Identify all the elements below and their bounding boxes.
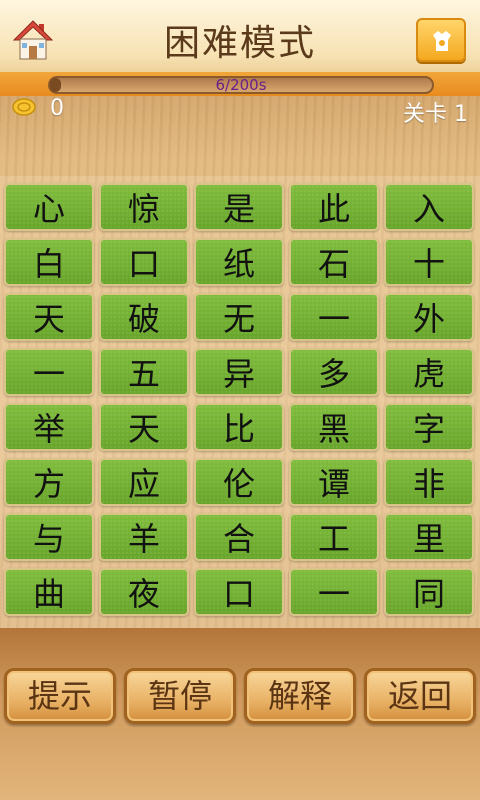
character-tile[interactable]: 方 bbox=[4, 458, 94, 506]
coin-icon bbox=[12, 98, 36, 116]
character-tile[interactable]: 虎 bbox=[384, 348, 474, 396]
character-tile[interactable]: 比 bbox=[194, 403, 284, 451]
character-tile[interactable]: 举 bbox=[4, 403, 94, 451]
character-tile[interactable]: 一 bbox=[4, 348, 94, 396]
character-tile[interactable]: 一 bbox=[289, 568, 379, 616]
character-tile[interactable]: 工 bbox=[289, 513, 379, 561]
character-tile[interactable]: 天 bbox=[4, 293, 94, 341]
character-tile[interactable]: 字 bbox=[384, 403, 474, 451]
timer-text: 6/200s bbox=[215, 76, 267, 94]
character-tile[interactable]: 与 bbox=[4, 513, 94, 561]
character-tile[interactable]: 十 bbox=[384, 238, 474, 286]
character-grid: 心惊是此入白口纸石十天破无一外一五异多虎举天比黑字方应伦谭非与羊合工里曲夜口一同 bbox=[4, 183, 476, 619]
character-tile[interactable]: 伦 bbox=[194, 458, 284, 506]
hint-button[interactable]: 提示 bbox=[4, 668, 116, 724]
character-tile[interactable]: 无 bbox=[194, 293, 284, 341]
level-indicator: 关卡 1 bbox=[403, 102, 468, 127]
character-tile[interactable]: 夜 bbox=[99, 568, 189, 616]
pause-button[interactable]: 暂停 bbox=[124, 668, 236, 724]
character-tile[interactable]: 同 bbox=[384, 568, 474, 616]
character-tile[interactable]: 应 bbox=[99, 458, 189, 506]
character-tile[interactable]: 惊 bbox=[99, 183, 189, 231]
character-tile[interactable]: 合 bbox=[194, 513, 284, 561]
header-bar: 困难模式 bbox=[0, 0, 480, 80]
character-tile[interactable]: 是 bbox=[194, 183, 284, 231]
character-tile[interactable]: 多 bbox=[289, 348, 379, 396]
share-button[interactable] bbox=[416, 18, 466, 62]
character-tile[interactable]: 五 bbox=[99, 348, 189, 396]
page-title: 困难模式 bbox=[163, 23, 316, 64]
character-tile[interactable]: 石 bbox=[289, 238, 379, 286]
character-tile[interactable]: 曲 bbox=[4, 568, 94, 616]
character-tile[interactable]: 里 bbox=[384, 513, 474, 561]
explain-button[interactable]: 解释 bbox=[244, 668, 356, 724]
character-tile[interactable]: 异 bbox=[194, 348, 284, 396]
character-tile[interactable]: 黑 bbox=[289, 403, 379, 451]
character-tile[interactable]: 非 bbox=[384, 458, 474, 506]
back-button[interactable]: 返回 bbox=[364, 668, 476, 724]
character-tile[interactable]: 破 bbox=[99, 293, 189, 341]
character-tile[interactable]: 羊 bbox=[99, 513, 189, 561]
character-tile[interactable]: 口 bbox=[99, 238, 189, 286]
character-tile[interactable]: 此 bbox=[289, 183, 379, 231]
character-tile[interactable]: 口 bbox=[194, 568, 284, 616]
character-tile[interactable]: 外 bbox=[384, 293, 474, 341]
character-tile[interactable]: 纸 bbox=[194, 238, 284, 286]
character-tile[interactable]: 天 bbox=[99, 403, 189, 451]
game-screen: 困难模式 6/200s 0 关卡 1 心惊是此入白口纸石十天破无一外一五异多虎举… bbox=[0, 0, 480, 800]
character-tile[interactable]: 谭 bbox=[289, 458, 379, 506]
coin-count: 0 bbox=[50, 96, 64, 121]
character-tile[interactable]: 心 bbox=[4, 183, 94, 231]
character-tile[interactable]: 一 bbox=[289, 293, 379, 341]
character-tile[interactable]: 白 bbox=[4, 238, 94, 286]
share-icon bbox=[433, 31, 451, 51]
character-tile[interactable]: 入 bbox=[384, 183, 474, 231]
